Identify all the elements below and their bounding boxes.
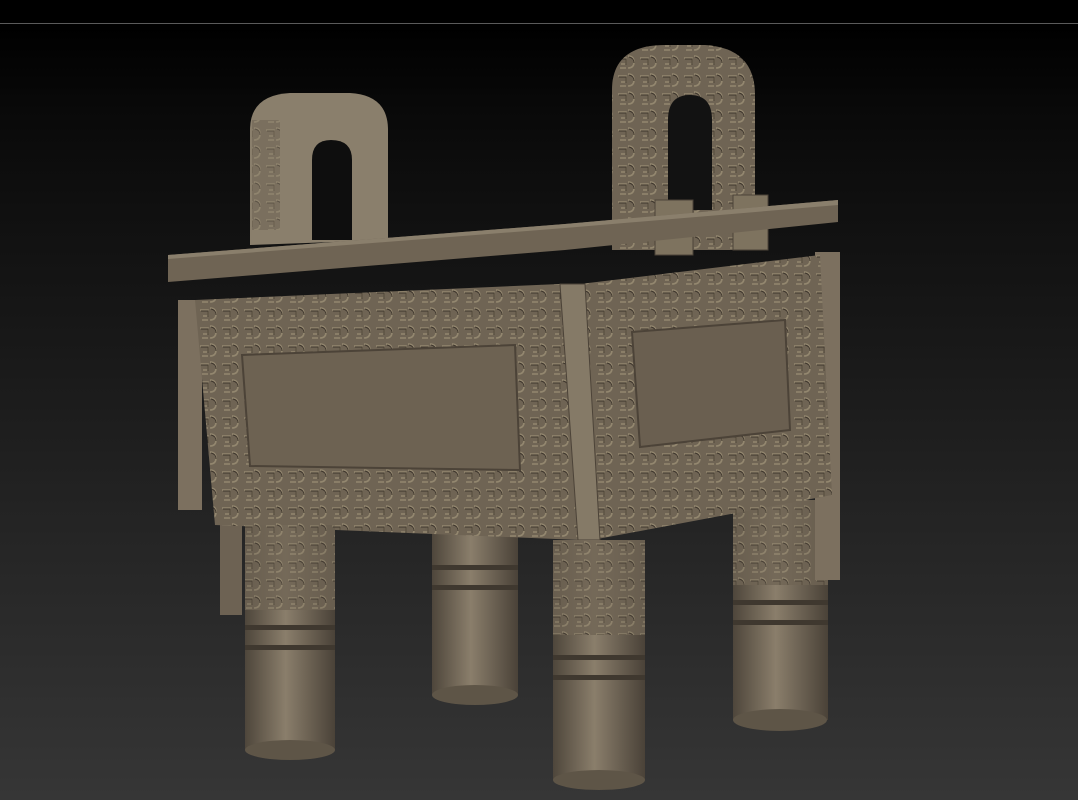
leg-front-left [245, 525, 335, 760]
panel-right [630, 318, 792, 449]
leg-front-center [553, 540, 645, 790]
panel-left [240, 343, 522, 472]
leg-back-right [733, 500, 828, 731]
handle-left [250, 93, 388, 245]
ding-model-render[interactable] [0, 0, 1078, 800]
leg-back-left [432, 530, 518, 705]
3d-viewport[interactable] [0, 0, 1078, 800]
